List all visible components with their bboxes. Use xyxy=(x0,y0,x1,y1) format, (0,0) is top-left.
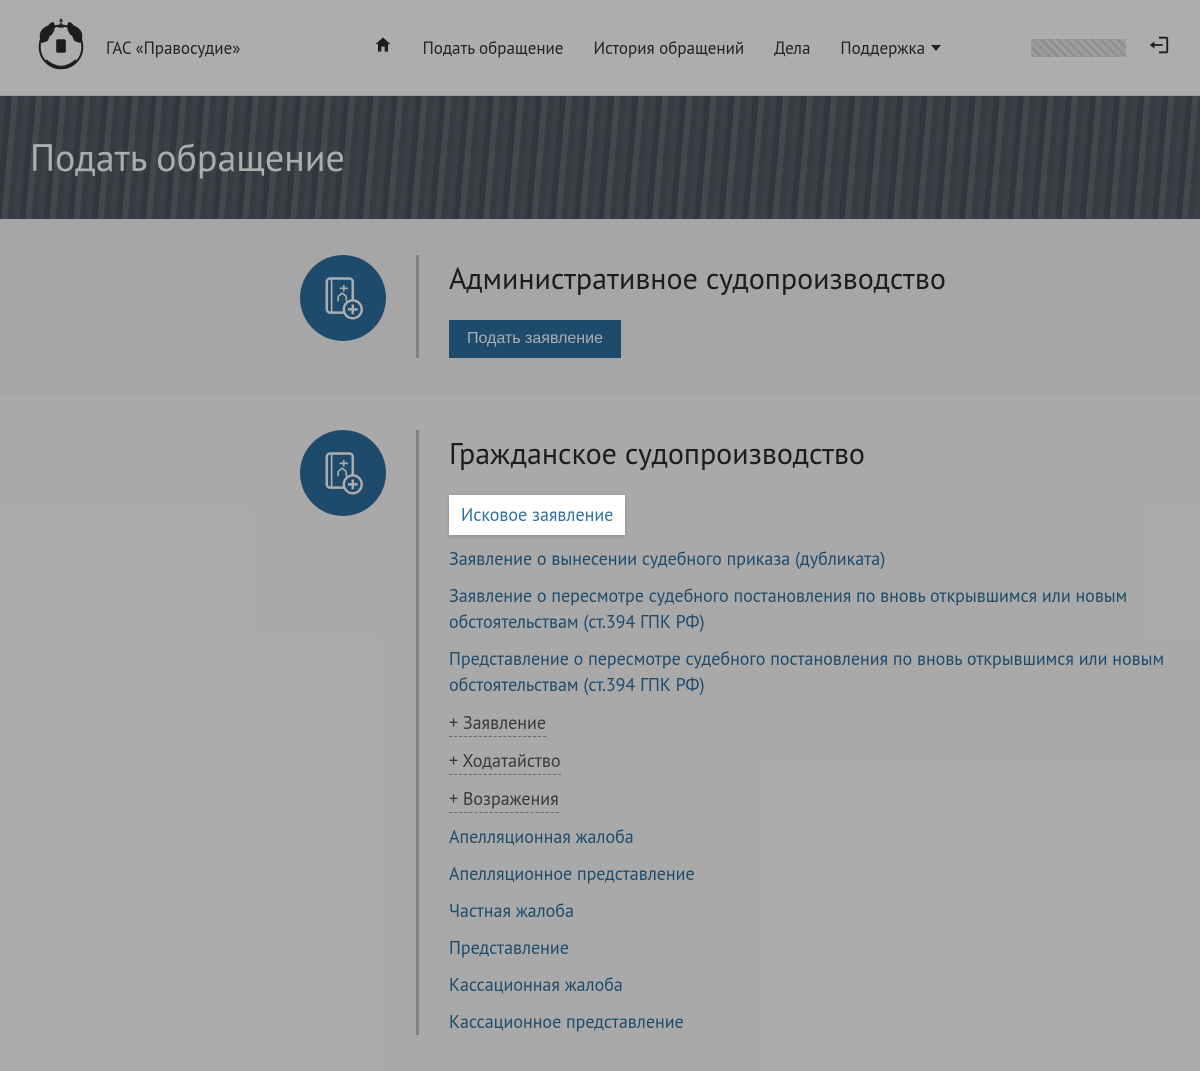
user-name-redacted xyxy=(1031,39,1126,57)
state-emblem-icon xyxy=(30,14,92,81)
civil-link-list: Исковое заявление Заявление о вынесении … xyxy=(449,495,1170,1035)
top-navbar: ГАС «Правосудие» Подать обращение Истори… xyxy=(0,0,1200,96)
section-icon-wrap xyxy=(300,430,419,1035)
book-plus-icon xyxy=(300,430,386,516)
link-cassation-submission[interactable]: Кассационное представление xyxy=(449,1009,1170,1035)
chevron-down-icon xyxy=(931,45,941,51)
link-private-complaint[interactable]: Частная жалоба xyxy=(449,898,1170,924)
link-lawsuit-claim[interactable]: Исковое заявление xyxy=(461,503,613,526)
user-area xyxy=(1031,34,1170,61)
section-administrative: Административное судопроизводство Подать… xyxy=(0,219,1200,394)
section-title-admin: Административное судопроизводство xyxy=(449,259,1170,298)
expand-petition[interactable]: + Ходатайство xyxy=(449,748,561,775)
section-civil: Гражданское судопроизводство Исковое зая… xyxy=(0,394,1200,1071)
link-review-submission[interactable]: Представление о пересмотре судебного пос… xyxy=(449,646,1170,698)
link-appeal-submission[interactable]: Апелляционное представление xyxy=(449,861,1170,887)
link-review-application[interactable]: Заявление о пересмотре судебного постано… xyxy=(449,583,1170,635)
expand-application[interactable]: + Заявление xyxy=(449,710,546,737)
hero-banner: Подать обращение xyxy=(0,96,1200,219)
logout-icon[interactable] xyxy=(1148,34,1170,61)
section-body: Гражданское судопроизводство Исковое зая… xyxy=(449,430,1170,1035)
submit-application-button[interactable]: Подать заявление xyxy=(449,320,621,358)
section-title-civil: Гражданское судопроизводство xyxy=(449,434,1170,473)
expand-objections[interactable]: + Возражения xyxy=(449,786,559,813)
link-court-order[interactable]: Заявление о вынесении судебного приказа … xyxy=(449,546,1170,572)
section-icon-wrap xyxy=(300,255,419,358)
section-body: Административное судопроизводство Подать… xyxy=(449,255,1170,358)
link-cassation-complaint[interactable]: Кассационная жалоба xyxy=(449,972,1170,998)
book-plus-icon xyxy=(300,255,386,341)
nav-support-label: Поддержка xyxy=(840,37,925,59)
highlighted-link-wrap: Исковое заявление xyxy=(449,495,1170,535)
page-title: Подать обращение xyxy=(30,133,345,182)
nav-support[interactable]: Поддержка xyxy=(840,37,941,59)
nav-history[interactable]: История обращений xyxy=(593,37,744,59)
site-name: ГАС «Правосудие» xyxy=(106,37,240,59)
nav-submit[interactable]: Подать обращение xyxy=(423,37,564,59)
main-nav: Подать обращение История обращений Дела … xyxy=(373,34,1170,61)
link-appeal-complaint[interactable]: Апелляционная жалоба xyxy=(449,824,1170,850)
link-submission[interactable]: Представление xyxy=(449,935,1170,961)
logo-block[interactable]: ГАС «Правосудие» xyxy=(30,14,240,81)
home-icon[interactable] xyxy=(373,35,393,61)
nav-cases[interactable]: Дела xyxy=(774,37,810,59)
